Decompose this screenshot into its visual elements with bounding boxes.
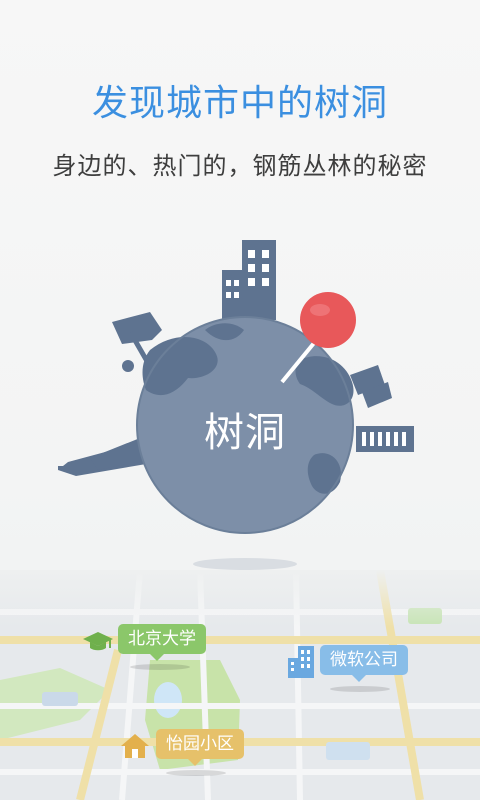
tag-shadow — [130, 664, 190, 670]
tagline: 身边的、热门的，钢筋丛林的秘密 — [52, 152, 428, 180]
map-tag-yiyuan-community[interactable]: 怡园小区 — [156, 729, 244, 759]
city-map — [0, 570, 480, 800]
globe-shadow — [193, 558, 297, 570]
headline: 发现城市中的树洞 — [91, 83, 388, 124]
tag-pointer — [188, 759, 202, 766]
globe-label: 树洞 — [204, 410, 286, 456]
graduation-cap-icon — [83, 632, 113, 651]
map-tag-label: 怡园小区 — [166, 734, 234, 754]
tag-shadow — [330, 686, 390, 692]
house-icon — [121, 734, 149, 758]
tag-pointer — [150, 654, 164, 661]
building-icon — [288, 646, 314, 678]
map-tag-label: 微软公司 — [330, 650, 398, 670]
right-buildings — [350, 365, 414, 452]
map-tag-label: 北京大学 — [128, 629, 196, 649]
tag-shadow — [166, 770, 226, 776]
map-tag-peking-university[interactable]: 北京大学 — [118, 624, 206, 654]
map-tag-microsoft[interactable]: 微软公司 — [320, 645, 408, 675]
top-building — [222, 240, 276, 320]
tag-pointer — [352, 675, 366, 682]
